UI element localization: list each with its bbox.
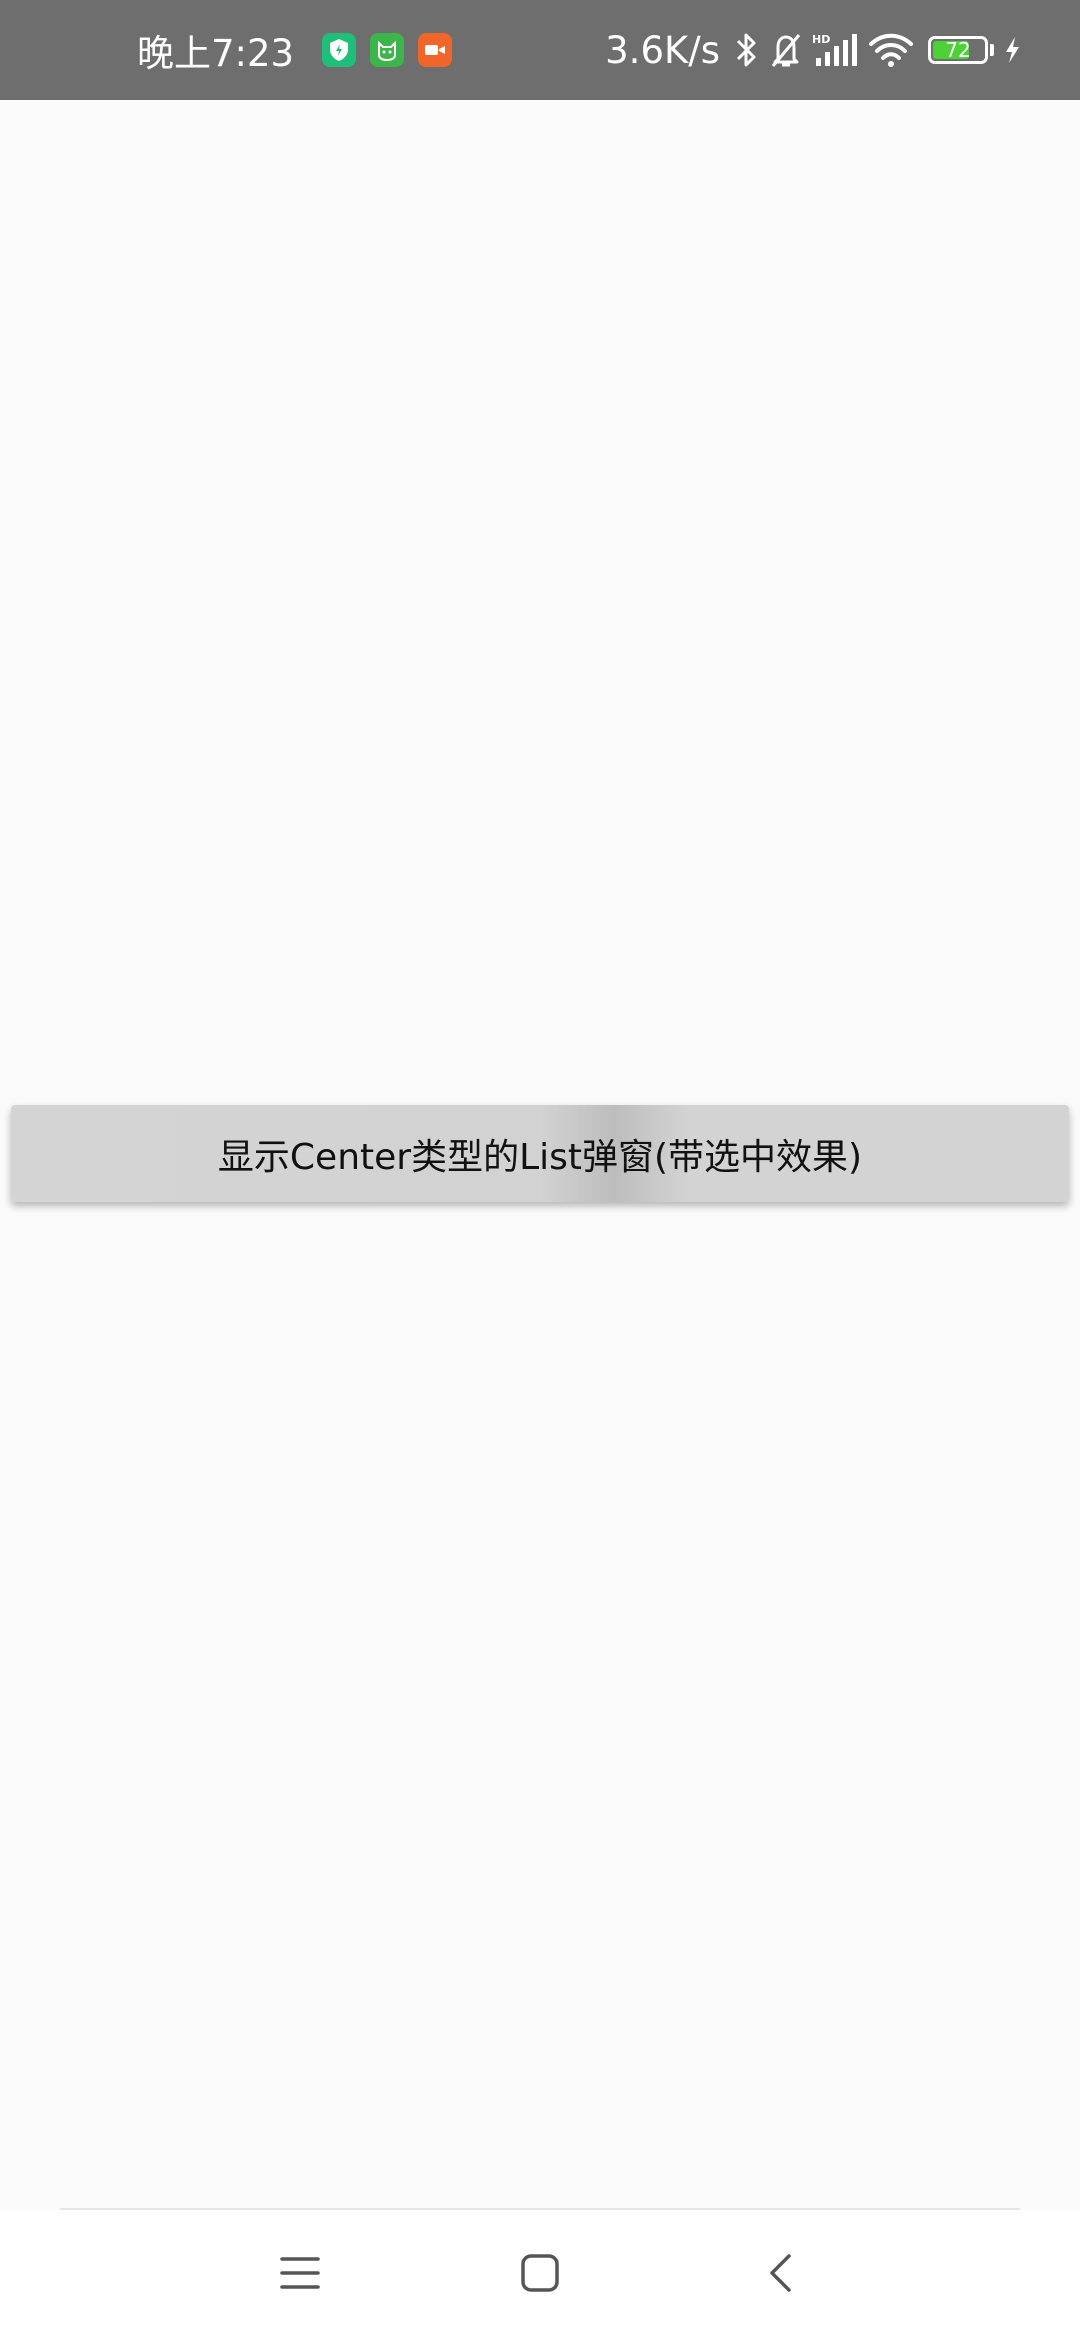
svg-text:HD: HD <box>812 33 830 46</box>
back-button[interactable] <box>720 2210 840 2340</box>
wifi-icon <box>868 33 914 67</box>
video-camera-app-icon <box>418 33 453 67</box>
screen: 晚上7:23 3.6K/s HD 72 显示Center类型的List弹窗(带选… <box>0 0 1080 2340</box>
menu-icon <box>280 2255 320 2295</box>
status-bar: 晚上7:23 3.6K/s HD 72 <box>0 0 1080 100</box>
battery-indicator: 72 <box>928 36 988 64</box>
show-center-list-dialog-button[interactable]: 显示Center类型的List弹窗(带选中效果) <box>11 1105 1069 1202</box>
battery-level: 72 <box>945 38 971 62</box>
home-button[interactable] <box>480 2210 600 2340</box>
back-chevron-icon <box>767 2253 793 2297</box>
hd-signal-icon: HD <box>812 32 860 68</box>
home-square-icon <box>520 2253 560 2297</box>
cat-app-icon <box>370 33 405 67</box>
status-right: 3.6K/s HD 72 <box>605 0 1022 100</box>
status-left: 晚上7:23 <box>137 0 453 100</box>
network-speed: 3.6K/s <box>605 28 720 72</box>
navigation-bar <box>0 2210 1080 2340</box>
lightning-icon <box>1002 35 1022 65</box>
bluetooth-icon <box>734 31 760 69</box>
battery-cap <box>990 44 994 56</box>
menu-button[interactable] <box>240 2210 360 2340</box>
status-time: 晚上7:23 <box>137 32 295 75</box>
bell-off-icon <box>768 31 804 69</box>
shield-app-icon <box>322 33 357 67</box>
